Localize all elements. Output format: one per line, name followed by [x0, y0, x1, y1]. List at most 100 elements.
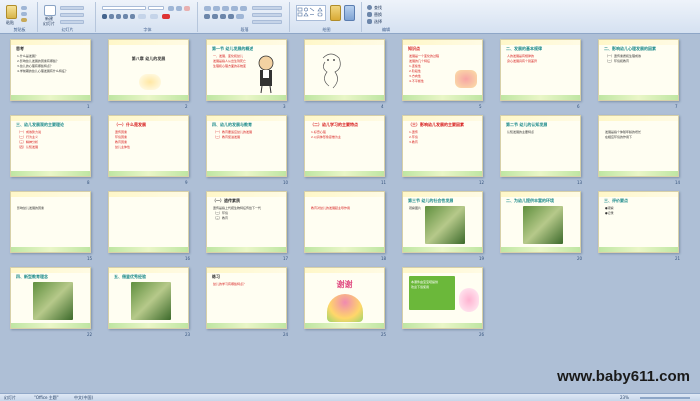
- slide-text-line: 身心发展具有个别差异: [507, 59, 538, 63]
- slide-thumbnail[interactable]: 四、新型教育理念: [10, 267, 91, 329]
- slide-footer-band: [11, 247, 90, 252]
- line-spacing-icon[interactable]: [240, 6, 247, 11]
- slide-number: 22: [87, 332, 93, 337]
- align-text-button[interactable]: [252, 13, 282, 17]
- slide-text-line: 教育对幼儿的发展起主导作用: [311, 206, 351, 210]
- slide-thumbnail[interactable]: 第八章 幼儿的发展: [108, 39, 189, 101]
- slide-number: 19: [479, 256, 485, 261]
- slide-text-line: 环境因素: [115, 135, 128, 139]
- slide-thumbnail[interactable]: [108, 191, 189, 253]
- bullets-icon[interactable]: [204, 6, 211, 11]
- find-button[interactable]: 查找: [374, 5, 382, 10]
- cartoon-teacher-icon: [258, 55, 274, 94]
- font-name-select[interactable]: [102, 6, 146, 10]
- align-center-icon[interactable]: [212, 14, 218, 19]
- slide-title: 二、影响幼儿心理发展的因素: [604, 46, 656, 51]
- copy-icon[interactable]: [21, 12, 27, 16]
- char-spacing-icon[interactable]: [138, 14, 146, 19]
- quick-styles-icon[interactable]: [344, 5, 355, 21]
- slide-number: 24: [283, 332, 289, 337]
- replace-button[interactable]: 替换: [374, 12, 382, 17]
- slide-thumbnail[interactable]: 影响幼儿发展的因素: [10, 191, 91, 253]
- slide-number: 20: [577, 256, 583, 261]
- slide-thumbnail[interactable]: 四、幼儿的发展与教育 （一）教育要适应幼儿的发展 （二）教育促进发展: [206, 115, 287, 177]
- slide-thumbnail[interactable]: 发展是指个体随年龄的增长 在相应环境的作用下: [598, 115, 679, 177]
- indent-decrease-icon[interactable]: [222, 6, 229, 11]
- paste-icon[interactable]: [6, 5, 17, 19]
- layout-button[interactable]: [60, 6, 84, 10]
- indent-increase-icon[interactable]: [231, 6, 238, 11]
- slide-thumbnail[interactable]: 知识点 发展是一个变化的过程 发展的几个特征 1.连续性 2.阶段性 3.方向性 4.不平衡…: [402, 39, 483, 101]
- shapes-gallery[interactable]: [296, 5, 326, 21]
- drawing-group: 绘图: [292, 2, 362, 32]
- slide-thumbnail[interactable]: 第三节 幼儿的社会性发展 观察图片: [402, 191, 483, 253]
- slide-thumbnail[interactable]: 第一节 幼儿发展的概述 一、发展、变化和幼儿 发展是指人从出生到死亡 生理和心理方面的…: [206, 39, 287, 101]
- slide-thumbnail[interactable]: 谢谢: [304, 267, 385, 329]
- cut-icon[interactable]: [21, 6, 27, 10]
- shadow-icon[interactable]: [130, 14, 135, 19]
- format-painter-icon[interactable]: [21, 18, 27, 22]
- columns-icon[interactable]: [236, 14, 244, 19]
- slide-footer-band: [11, 323, 90, 328]
- align-right-icon[interactable]: [220, 14, 226, 19]
- slide-thumbnail[interactable]: 教育对幼儿的发展起主导作用: [304, 191, 385, 253]
- slide-thumbnail[interactable]: 五、借鉴优秀经验: [108, 267, 189, 329]
- slide-thumbnail[interactable]: （三）影响幼儿发展的主要因素 1.遗传 2.环境 3.教育: [402, 115, 483, 177]
- font-color-icon[interactable]: [162, 14, 170, 19]
- change-case-icon[interactable]: [150, 14, 158, 19]
- slide-thumbnail[interactable]: （一）遗传素质 遗传是指上代把生物特征传给下一代 （二）环境 （三）教育: [206, 191, 287, 253]
- text-direction-button[interactable]: [252, 6, 282, 10]
- bold-icon[interactable]: [102, 14, 107, 19]
- slide-title: （一）什么是发展: [114, 122, 146, 127]
- select-button[interactable]: 选择: [374, 19, 382, 24]
- slide-number: 13: [577, 180, 583, 185]
- slide-number: 26: [479, 332, 485, 337]
- font-size-select[interactable]: [148, 6, 164, 10]
- clear-format-icon[interactable]: [184, 6, 190, 11]
- slide-thumbnail[interactable]: （一）什么是发展 遗传因素 环境因素 教育因素 幼儿主体性: [108, 115, 189, 177]
- slide-footer-band: [599, 247, 678, 252]
- slide-thumbnail[interactable]: 三、评价要点 ●观察 ●记录: [598, 191, 679, 253]
- slide-header-band: [207, 116, 286, 121]
- status-zoom[interactable]: 23%: [620, 395, 629, 400]
- numbering-icon[interactable]: [213, 6, 220, 11]
- reset-button[interactable]: [60, 13, 84, 17]
- justify-icon[interactable]: [228, 14, 234, 19]
- status-theme: "Office 主题": [34, 395, 59, 400]
- slide-thumbnail[interactable]: 思考 1.什么是发展？ 2.影响幼儿发展的因素有哪些？ 3.幼儿的心理有哪些特点？ 4.…: [10, 39, 91, 101]
- grow-font-icon[interactable]: [168, 6, 174, 11]
- status-bar: 幻灯片 "Office 主题" 中文(中国) 23%: [0, 393, 700, 401]
- slide-text-line: 影响幼儿发展的因素: [17, 206, 45, 210]
- slide-footer-band: [305, 171, 384, 176]
- slide-thumbnail[interactable]: （二）幼儿学习的主要特点 1.好奇心强 2.以具体形象思维为主: [304, 115, 385, 177]
- underline-icon[interactable]: [116, 14, 121, 19]
- slide-footer-band: [109, 95, 188, 100]
- align-left-icon[interactable]: [204, 14, 210, 19]
- slide-thumbnail[interactable]: 二、影响幼儿心理发展的因素 （一）遗传素质和生理成熟 （二）环境和教育: [598, 39, 679, 101]
- slide-thumbnail[interactable]: 三、幼儿发展观的主要理论 （一）成熟势力说 （二）行为主义 （三）精神分析 （四）认知发…: [10, 115, 91, 177]
- slide-thumbnail[interactable]: 二、为幼儿提供丰富的环境: [500, 191, 581, 253]
- slide-thumbnail[interactable]: 本课件由宝宝吧提供 欢迎下载使用: [402, 267, 483, 329]
- strikethrough-icon[interactable]: [123, 14, 128, 19]
- slide-label: 幻灯片: [43, 21, 55, 26]
- italic-icon[interactable]: [109, 14, 114, 19]
- smartart-button[interactable]: [252, 20, 282, 24]
- arrange-icon[interactable]: [330, 5, 341, 21]
- slide-thumbnail[interactable]: 二、发展的基本规律 人的发展是有规律的 身心发展具有个别差异: [500, 39, 581, 101]
- slide-footer-band: [207, 95, 286, 100]
- slide-thumbnail[interactable]: 练习 幼儿的学习有哪些特点？: [206, 267, 287, 329]
- slide-number: 18: [381, 256, 387, 261]
- new-slide-icon[interactable]: [44, 5, 56, 16]
- zoom-slider[interactable]: [640, 397, 690, 399]
- slide-text-line: 本课件由宝宝吧提供: [411, 280, 439, 284]
- slide-number: 9: [185, 180, 188, 185]
- shrink-font-icon[interactable]: [176, 6, 182, 11]
- slide-header-band: [501, 192, 580, 197]
- slide-text-line: （二）教育促进发展: [213, 135, 241, 139]
- slide-text-line: 1.连续性: [409, 64, 421, 68]
- slide-thumbnail[interactable]: [304, 39, 385, 101]
- slide-footer-band: [599, 171, 678, 176]
- delete-button[interactable]: [60, 20, 84, 24]
- slide-thumbnail[interactable]: 第二节 幼儿的认知发展 认知发展的主要特点: [500, 115, 581, 177]
- slide-header-band: [207, 192, 286, 197]
